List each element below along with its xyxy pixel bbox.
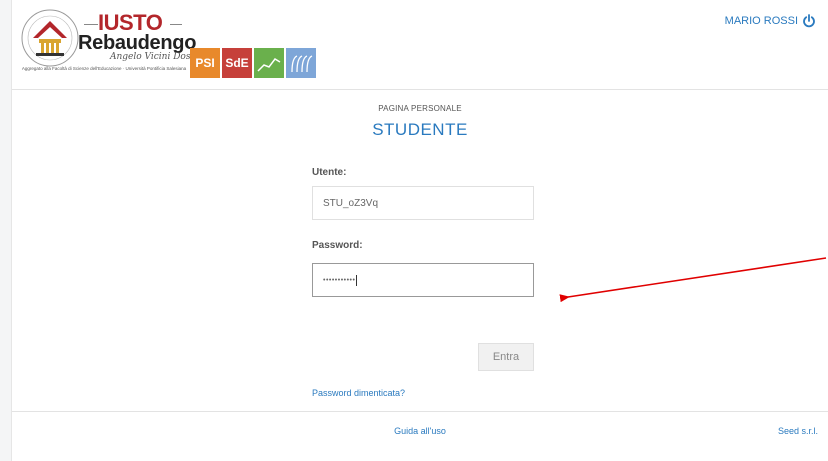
password-mask: ••••••••••• (323, 276, 356, 284)
logo-rule-left (84, 24, 98, 25)
username-label: Utente: (312, 167, 347, 178)
username-field[interactable] (312, 186, 534, 220)
login-panel: PAGINA PERSONALE STUDENTE Utente: Passwo… (12, 90, 828, 411)
footer: Guida all'uso Seed s.r.l. (12, 411, 828, 461)
left-gutter (0, 0, 12, 461)
vendor-link[interactable]: Seed s.r.l. (778, 426, 818, 436)
password-label: Password: (312, 240, 363, 251)
logo-signature: Angelo Vicini Dosi (110, 52, 194, 62)
green-stairs-tile (254, 48, 284, 78)
blue-columns-tile (286, 48, 316, 78)
sde-tile: SdE (222, 48, 252, 78)
page-subtitle: PAGINA PERSONALE (378, 104, 462, 113)
page-title: STUDENTE (372, 120, 468, 139)
seal-icon (21, 9, 79, 67)
forgot-password-link[interactable]: Password dimenticata? (312, 388, 405, 398)
logo-rule-right (170, 24, 182, 25)
columns-icon (291, 55, 313, 73)
faculty-tiles: PSI SdE (190, 48, 316, 78)
user-guide-link[interactable]: Guida all'uso (12, 426, 828, 436)
power-icon[interactable] (802, 14, 816, 28)
iusto-logo[interactable]: IUSTO Rebaudengo Angelo Vicini Dosi Aggr… (20, 6, 320, 78)
text-caret (356, 274, 358, 286)
stairs-icon (257, 58, 281, 72)
header: IUSTO Rebaudengo Angelo Vicini Dosi Aggr… (12, 0, 828, 90)
psi-tile: PSI (190, 48, 220, 78)
user-menu[interactable]: MARIO ROSSI (725, 14, 816, 28)
logo-aggregation-text: Aggregato alla Facoltà di Scienze dell'E… (21, 66, 187, 71)
user-name[interactable]: MARIO ROSSI (725, 15, 798, 27)
submit-button[interactable]: Entra (478, 343, 534, 371)
password-field[interactable]: ••••••••••• (312, 263, 534, 297)
